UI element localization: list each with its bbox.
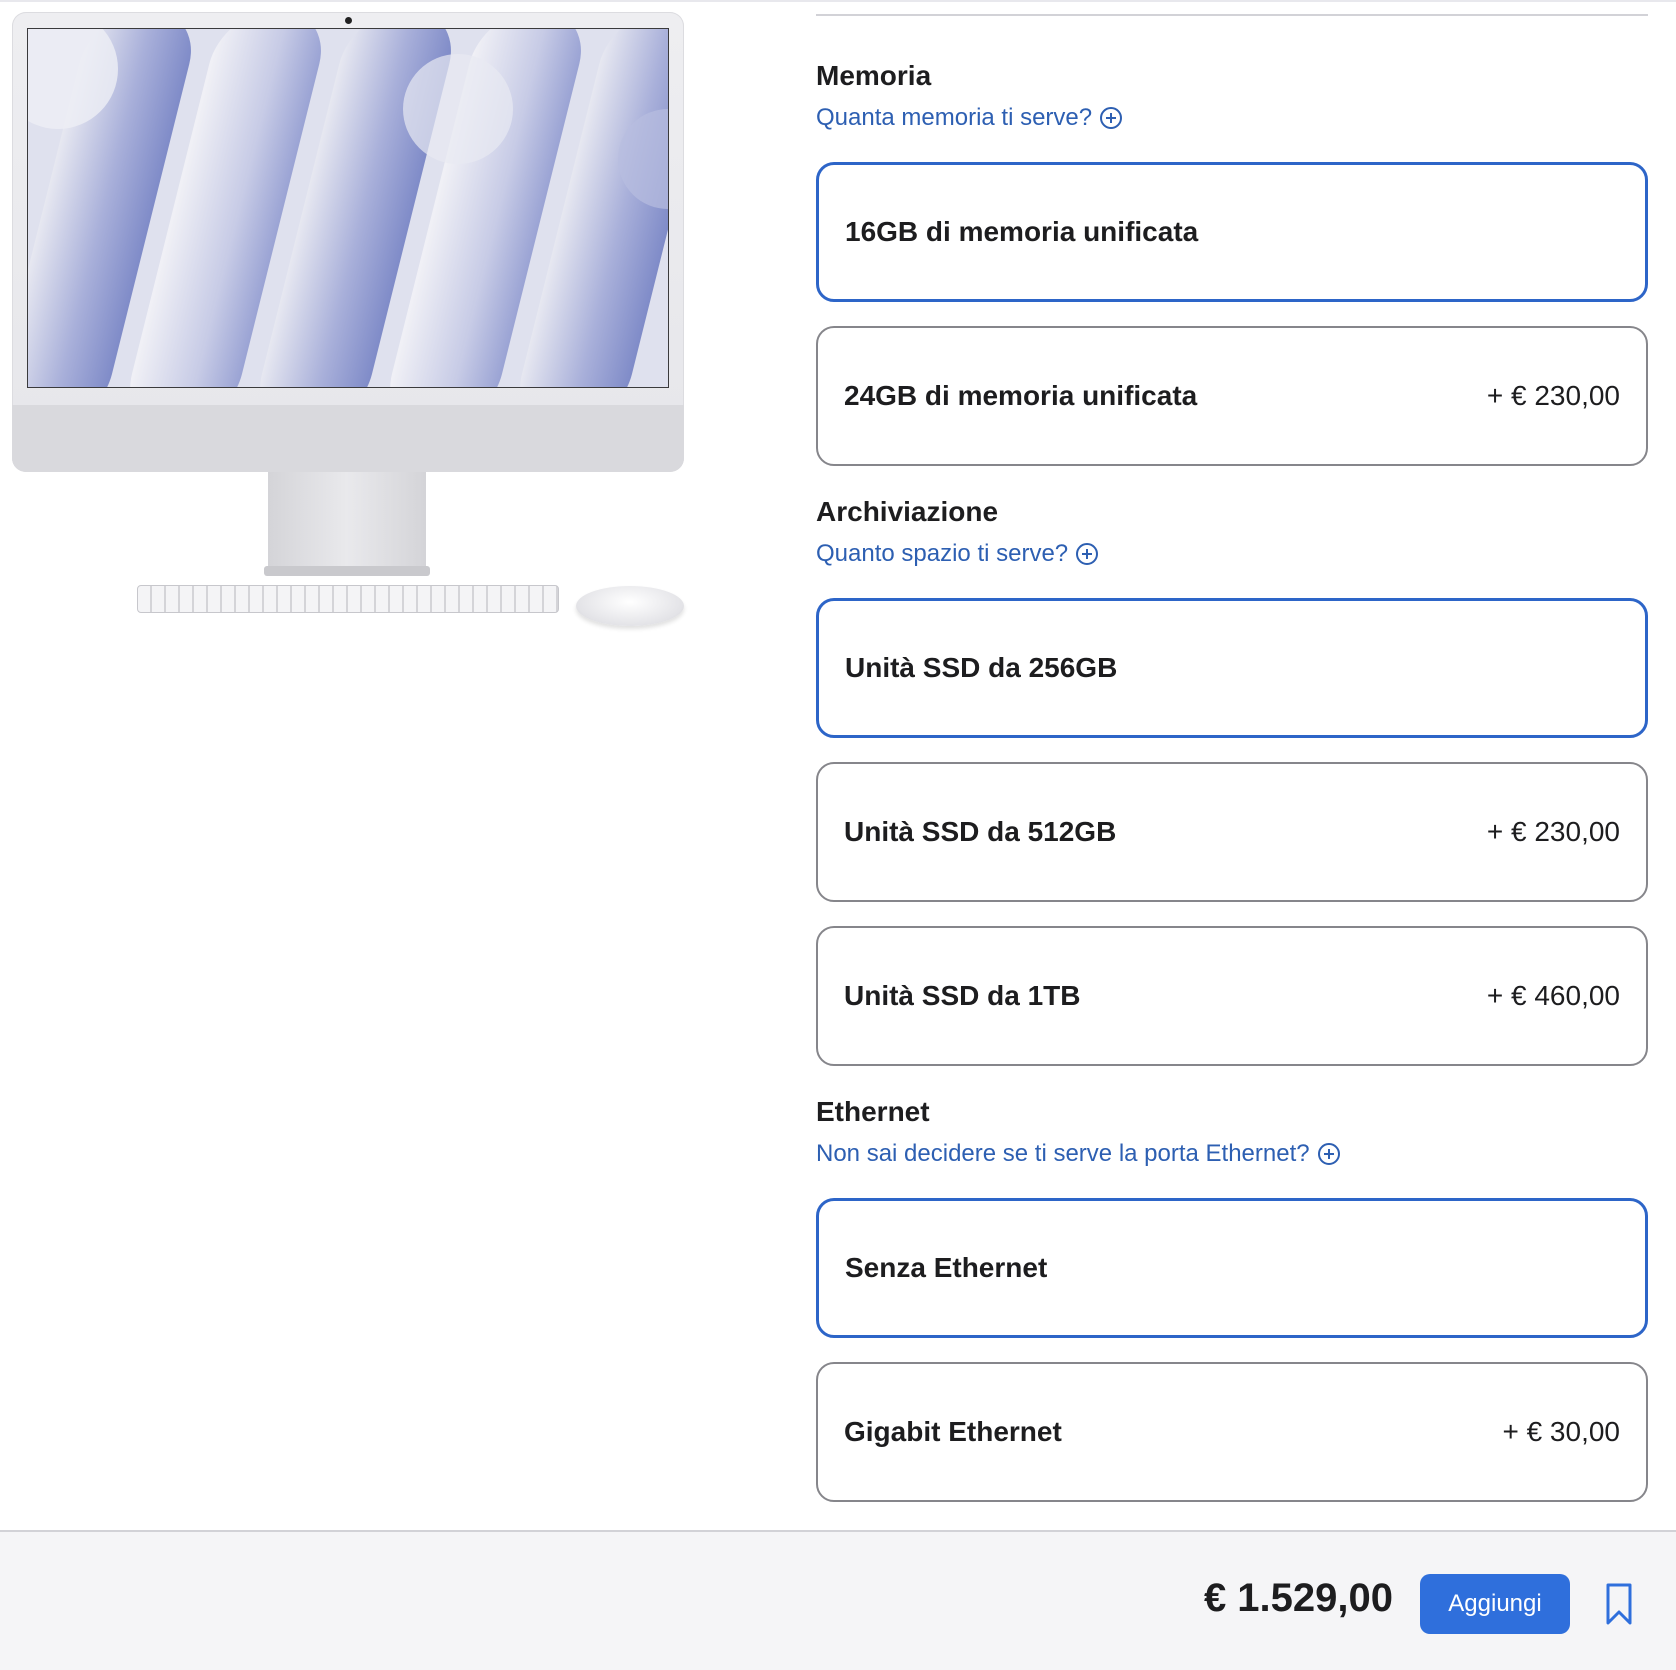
- option-memory-24gb[interactable]: 24GB di memoria unificata + € 230,00: [816, 326, 1648, 466]
- imac-display: [12, 12, 684, 472]
- keyboard-image: [137, 585, 559, 613]
- imac-stand: [268, 472, 426, 570]
- ethernet-help-link[interactable]: Non sai decidere se ti serve la porta Et…: [816, 1140, 1340, 1168]
- magic-mouse-image: [576, 586, 684, 626]
- camera-dot: [345, 17, 352, 24]
- option-label: 16GB di memoria unificata: [845, 216, 1199, 247]
- option-no-ethernet[interactable]: Senza Ethernet: [816, 1198, 1648, 1338]
- option-price: + € 460,00: [1486, 980, 1620, 1011]
- storage-help-text: Quanto spazio ti serve?: [816, 540, 1069, 567]
- add-to-bag-button[interactable]: Aggiungi: [1420, 1574, 1570, 1634]
- plus-circle-icon: [1076, 543, 1099, 565]
- option-label: Unità SSD da 1TB: [844, 980, 1081, 1011]
- ethernet-help-text: Non sai decidere se ti serve la porta Et…: [816, 1140, 1310, 1167]
- option-label: Unità SSD da 512GB: [844, 816, 1117, 847]
- memory-help-link[interactable]: Quanta memoria ti serve?: [816, 104, 1123, 132]
- bookmark-icon[interactable]: [1605, 1582, 1633, 1626]
- total-price: € 1.529,00: [1203, 1576, 1393, 1620]
- option-price: + € 230,00: [1486, 380, 1620, 411]
- wallpaper-art: [28, 29, 668, 387]
- storage-help-link[interactable]: Quanto spazio ti serve?: [816, 540, 1099, 568]
- memory-help-text: Quanta memoria ti serve?: [816, 104, 1093, 131]
- option-memory-16gb[interactable]: 16GB di memoria unificata: [816, 162, 1648, 302]
- plus-circle-icon: [1100, 107, 1123, 129]
- memory-section-title: Memoria: [816, 60, 932, 91]
- option-label: 24GB di memoria unificata: [844, 380, 1198, 411]
- storage-section-title: Archiviazione: [816, 496, 999, 527]
- top-divider: [0, 0, 1676, 2]
- option-label: Unità SSD da 256GB: [845, 652, 1118, 683]
- option-gigabit-ethernet[interactable]: Gigabit Ethernet + € 30,00: [816, 1362, 1648, 1502]
- ethernet-section-title: Ethernet: [816, 1096, 930, 1127]
- option-storage-1tb[interactable]: Unità SSD da 1TB + € 460,00: [816, 926, 1648, 1066]
- option-price: + € 230,00: [1486, 816, 1620, 847]
- option-storage-256gb[interactable]: Unità SSD da 256GB: [816, 598, 1648, 738]
- option-label: Senza Ethernet: [845, 1252, 1048, 1283]
- option-label: Gigabit Ethernet: [844, 1416, 1062, 1447]
- imac-stand-foot: [264, 566, 430, 576]
- plus-circle-icon: [1317, 1143, 1340, 1165]
- option-price: + € 30,00: [1502, 1416, 1620, 1447]
- display-chin: [12, 405, 684, 472]
- sticky-footer: € 1.529,00 Aggiungi: [0, 1530, 1676, 1670]
- wallpaper: [27, 28, 669, 388]
- product-image-imac: [10, 10, 690, 630]
- option-storage-512gb[interactable]: Unità SSD da 512GB + € 230,00: [816, 762, 1648, 902]
- section-divider: [816, 14, 1648, 16]
